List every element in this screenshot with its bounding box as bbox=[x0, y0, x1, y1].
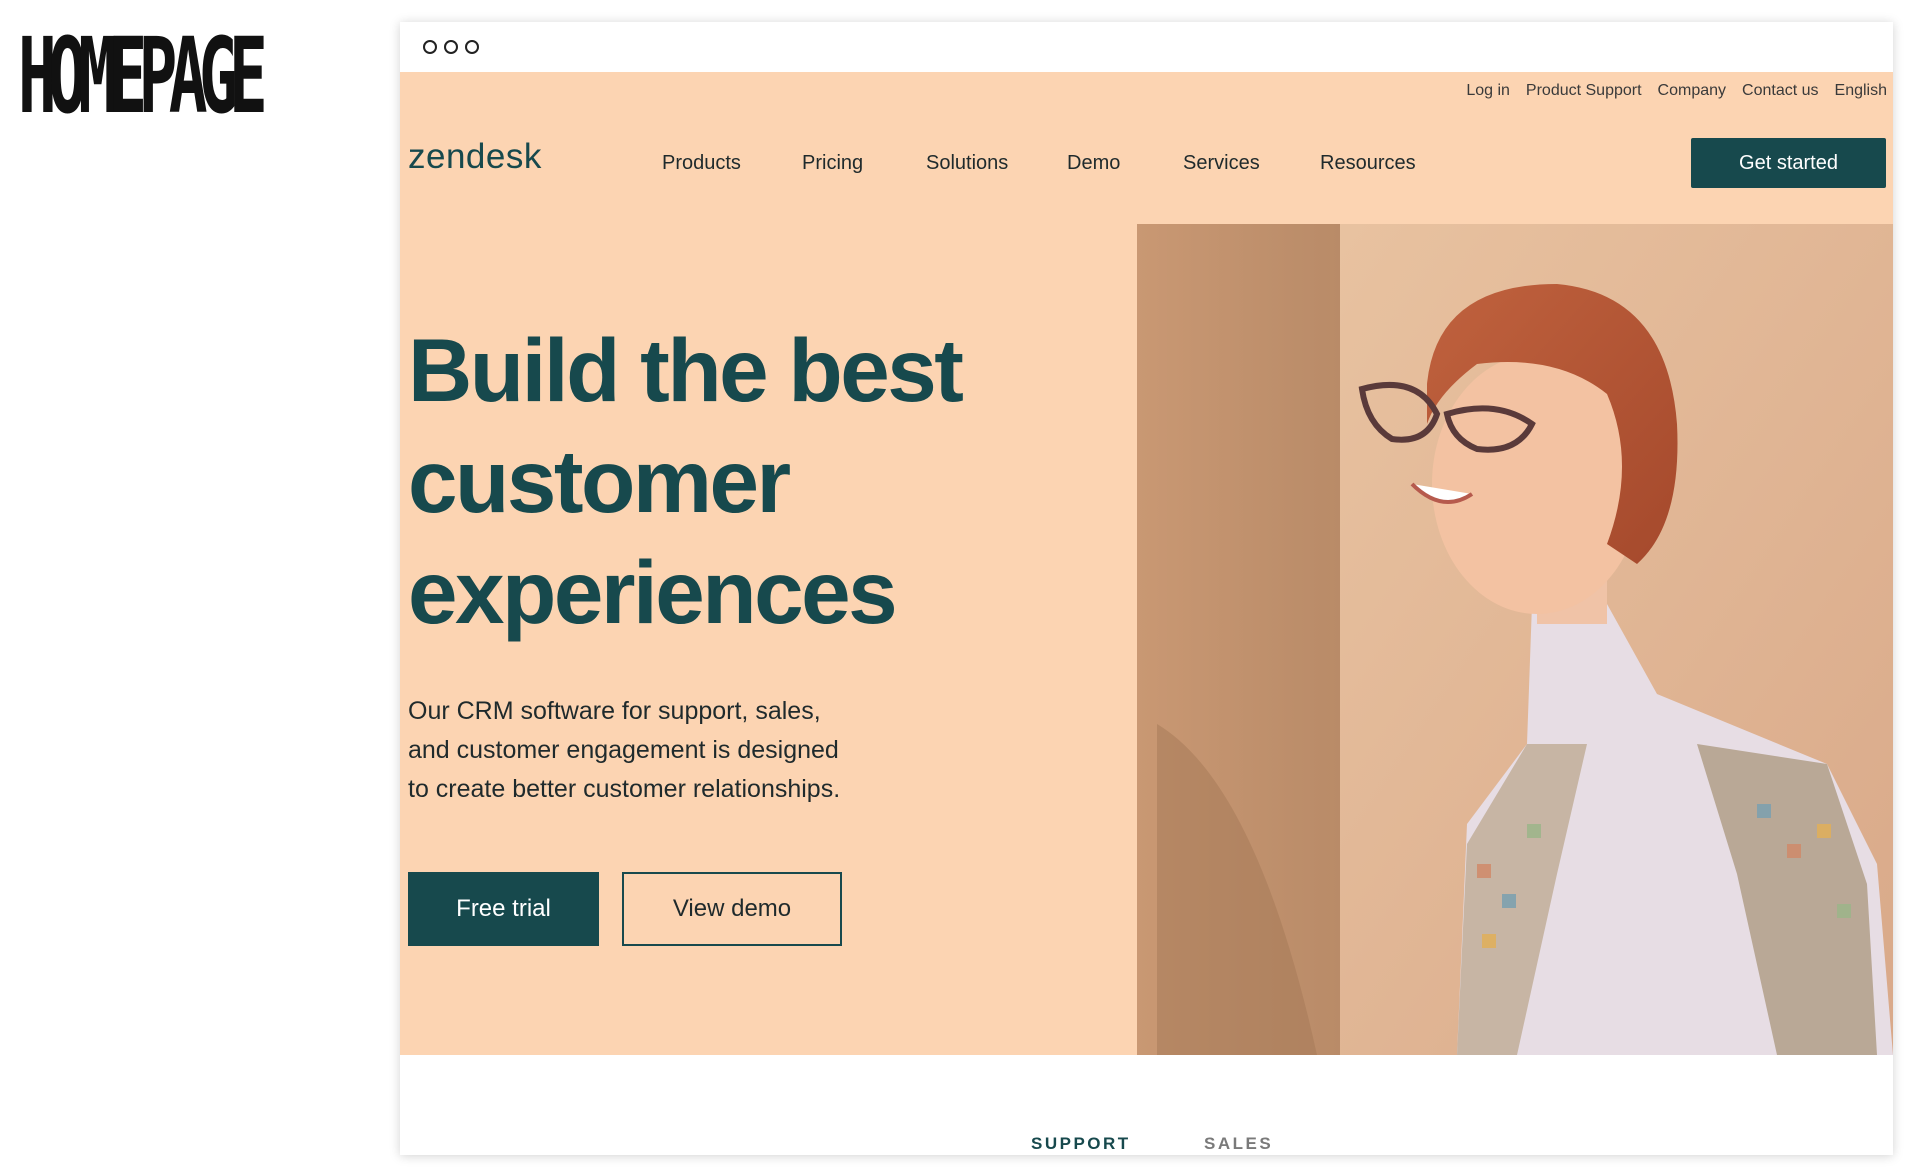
hero-subtext: Our CRM software for support, sales, and… bbox=[408, 692, 928, 809]
nav-services[interactable]: Services bbox=[1183, 152, 1260, 175]
headline-line: customer bbox=[408, 431, 791, 531]
browser-window: Log in Product Support Company Contact u… bbox=[400, 22, 1893, 1155]
free-trial-button[interactable]: Free trial bbox=[408, 872, 599, 946]
zendesk-logo[interactable]: zendesk bbox=[408, 137, 542, 177]
utility-nav: Log in Product Support Company Contact u… bbox=[1466, 82, 1887, 100]
window-controls bbox=[423, 40, 479, 54]
company-link[interactable]: Company bbox=[1658, 82, 1726, 100]
maximize-dot-icon[interactable] bbox=[465, 40, 479, 54]
product-support-link[interactable]: Product Support bbox=[1526, 82, 1642, 100]
page-viewport: Log in Product Support Company Contact u… bbox=[400, 72, 1893, 1155]
language-selector[interactable]: English bbox=[1835, 82, 1887, 100]
hero-photo bbox=[1137, 224, 1893, 1055]
subtext-line: to create better customer relationships. bbox=[408, 775, 841, 803]
tab-sales[interactable]: SALES bbox=[1204, 1134, 1273, 1154]
hero-section: Log in Product Support Company Contact u… bbox=[400, 72, 1893, 1055]
contact-us-link[interactable]: Contact us bbox=[1742, 82, 1818, 100]
nav-pricing[interactable]: Pricing bbox=[802, 152, 863, 175]
view-demo-button[interactable]: View demo bbox=[622, 872, 842, 946]
nav-products[interactable]: Products bbox=[662, 152, 741, 175]
close-dot-icon[interactable] bbox=[423, 40, 437, 54]
subtext-line: Our CRM software for support, sales, bbox=[408, 697, 821, 725]
nav-demo[interactable]: Demo bbox=[1067, 152, 1120, 175]
slide-title: HOMEPAGE bbox=[18, 15, 268, 137]
nav-resources[interactable]: Resources bbox=[1320, 152, 1416, 175]
log-in-link[interactable]: Log in bbox=[1466, 82, 1510, 100]
headline-line: Build the best bbox=[408, 320, 964, 420]
browser-chrome bbox=[400, 22, 1893, 72]
minimize-dot-icon[interactable] bbox=[444, 40, 458, 54]
hero-headline: Build the best customer experiences bbox=[408, 315, 1128, 648]
subtext-line: and customer engagement is designed bbox=[408, 736, 839, 764]
headline-line: experiences bbox=[408, 542, 898, 642]
nav-solutions[interactable]: Solutions bbox=[926, 152, 1008, 175]
tab-support[interactable]: SUPPORT bbox=[1031, 1134, 1131, 1154]
get-started-button[interactable]: Get started bbox=[1691, 138, 1886, 188]
